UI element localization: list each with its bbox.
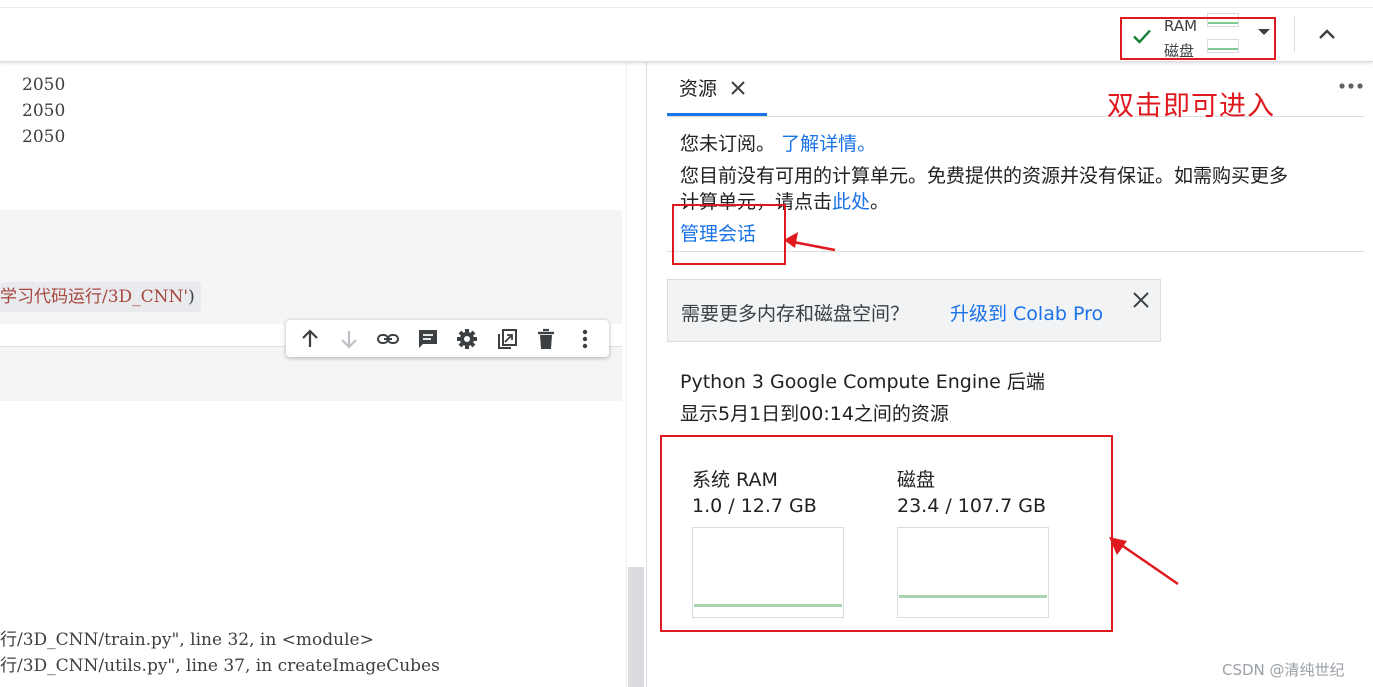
cell-toolbar <box>286 320 609 357</box>
disk-usage-line <box>899 594 1047 598</box>
caret-down-icon[interactable] <box>1258 29 1270 35</box>
traceback-line: 行/3D_CNN/utils.py", line 37, in createIm… <box>0 656 440 676</box>
buy-here-link[interactable]: 此处 <box>832 191 870 213</box>
arrow-up-icon[interactable] <box>297 326 323 352</box>
resources-panel: 资源 您未订阅。 了解详情。 您目前没有可用的计算单元。免费提供的资源并没有保证… <box>646 62 1373 687</box>
gear-icon[interactable] <box>454 326 480 352</box>
output-line: 2050 <box>22 75 66 95</box>
upgrade-text: 需要更多内存和磁盘空间？ <box>681 303 910 325</box>
upgrade-banner: 需要更多内存和磁盘空间？ 升级到 Colab Pro <box>667 279 1161 342</box>
top-bar: RAM 磁盘 <box>0 0 1373 62</box>
output-line: 2050 <box>22 101 66 121</box>
backend-label: Python 3 Google Compute Engine 后端 <box>680 371 1045 393</box>
link-icon[interactable] <box>375 326 401 352</box>
disk-meter-label: 磁盘 <box>897 469 936 491</box>
ram-label: RAM <box>1164 17 1198 35</box>
arrow-down-icon[interactable] <box>336 326 362 352</box>
notebook-area: 2050 2050 2050 学习代码运行/3D_CNN') 行/3D_CNN/… <box>0 62 646 687</box>
ram-usage-graph <box>692 527 844 618</box>
ram-meter-label: 系统 RAM <box>692 469 778 491</box>
check-icon <box>1133 29 1151 44</box>
disk-usage-graph <box>897 527 1049 618</box>
code-string: 学习代码运行/3D_CNN') <box>0 282 201 312</box>
output-line: 2050 <box>22 127 66 147</box>
section-divider <box>667 251 1364 252</box>
watermark: CSDN @清纯世纪 <box>1222 661 1345 679</box>
traceback-line: 行/3D_CNN/train.py", line 32, in <module> <box>0 630 374 650</box>
close-icon[interactable] <box>1131 290 1151 310</box>
code-paren: ) <box>188 287 195 307</box>
mirror-cell-icon[interactable] <box>494 326 520 352</box>
tab-resources[interactable]: 资源 <box>667 62 767 116</box>
subscription-text: 您未订阅。 <box>680 133 776 155</box>
subscription-status: 您未订阅。 了解详情。 <box>680 129 876 156</box>
disk-meter-value: 23.4 / 107.7 GB <box>897 495 1046 517</box>
disk-label: 磁盘 <box>1164 42 1195 60</box>
learn-more-link[interactable]: 了解详情。 <box>781 133 876 155</box>
comment-icon[interactable] <box>415 326 441 352</box>
chevron-up-icon[interactable] <box>1314 22 1340 46</box>
disk-meter: 磁盘 23.4 / 107.7 GB <box>897 467 1049 618</box>
ram-meter: 系统 RAM 1.0 / 12.7 GB <box>692 467 844 618</box>
more-horiz-icon[interactable] <box>1337 76 1365 96</box>
disk-mini-meter <box>1207 39 1239 53</box>
manage-sessions-link[interactable]: 管理会话 <box>680 219 756 246</box>
ram-usage-line <box>694 604 842 608</box>
resource-labels: RAM 磁盘 <box>1164 14 1197 64</box>
compute-units-line2: 计算单元，请点击此处。 <box>680 187 889 214</box>
code-string-text: 学习代码运行/3D_CNN' <box>0 287 189 307</box>
ram-mini-meter <box>1207 13 1239 27</box>
scrollbar-thumb[interactable] <box>628 567 644 687</box>
resource-indicator-button[interactable]: RAM 磁盘 <box>1128 13 1278 60</box>
more-vert-icon[interactable] <box>572 326 598 352</box>
delete-icon[interactable] <box>533 326 559 352</box>
top-divider <box>0 7 1373 8</box>
tab-label: 资源 <box>679 78 718 100</box>
compute-units-line1: 您目前没有可用的计算单元。免费提供的资源并没有保证。如需购买更多 <box>680 165 1289 187</box>
toolbar-separator <box>1294 16 1295 52</box>
compute-units-prefix: 计算单元，请点击 <box>680 191 833 213</box>
time-range-label: 显示5月1日到00:14之间的资源 <box>680 403 949 425</box>
upgrade-link[interactable]: 升级到 Colab Pro <box>950 299 1103 326</box>
annotation-text: 双击即可进入 <box>1107 91 1275 122</box>
ram-meter-value: 1.0 / 12.7 GB <box>692 495 817 517</box>
close-icon[interactable] <box>729 79 747 97</box>
compute-units-suffix: 。 <box>870 191 890 213</box>
